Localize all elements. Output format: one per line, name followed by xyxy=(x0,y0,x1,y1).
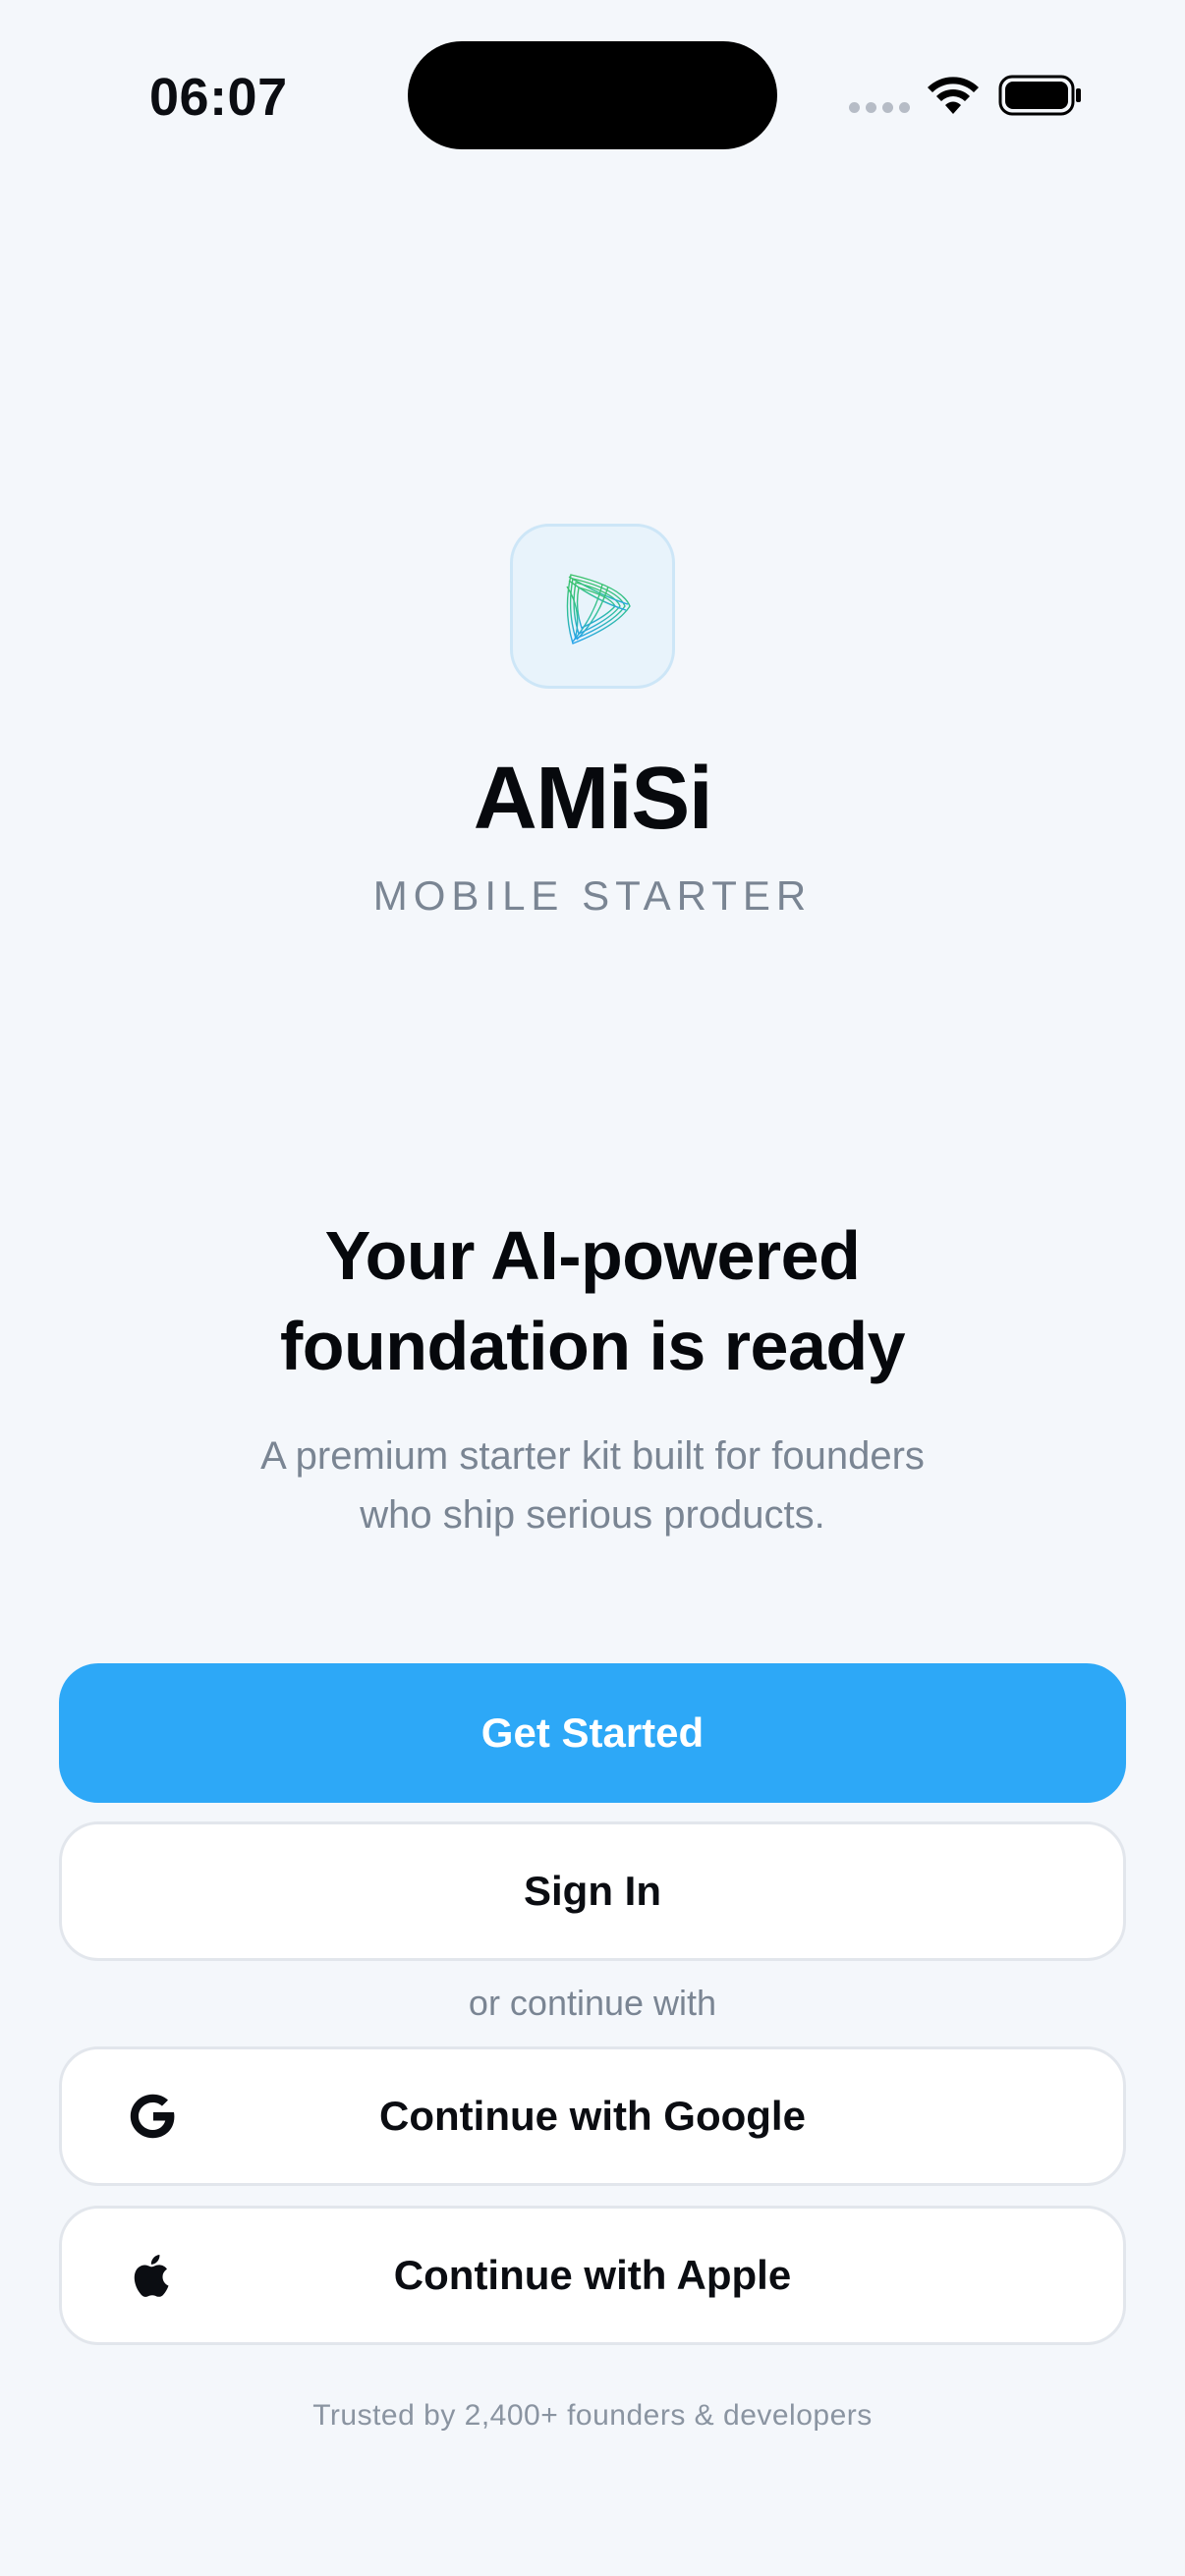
brand-tagline: MOBILE STARTER xyxy=(372,872,813,919)
wifi-icon xyxy=(928,77,979,114)
subheadline-line: who ship serious products. xyxy=(360,1493,825,1537)
battery-icon xyxy=(998,75,1081,116)
continue-with-apple-label: Continue with Apple xyxy=(393,2252,792,2298)
get-started-button[interactable]: Get Started xyxy=(59,1663,1126,1803)
sign-in-button[interactable]: Sign In xyxy=(59,1821,1126,1961)
headline-line: Your AI-powered xyxy=(324,1217,861,1294)
sign-in-label: Sign In xyxy=(524,1868,661,1914)
status-time: 06:07 xyxy=(149,68,288,127)
subheadline-line: A premium starter kit built for founders xyxy=(260,1434,925,1478)
subheadline: A premium starter kit built for founders… xyxy=(147,1427,1038,1544)
google-icon xyxy=(130,2094,175,2139)
continue-with-google-button[interactable]: Continue with Google xyxy=(59,2046,1126,2186)
continue-with-google-label: Continue with Google xyxy=(379,2093,806,2139)
continue-with-apple-button[interactable]: Continue with Apple xyxy=(59,2206,1126,2345)
apple-icon xyxy=(134,2255,169,2297)
brand-name: AMiSi xyxy=(473,750,713,848)
dynamic-island xyxy=(408,41,777,149)
continue-divider: or continue with xyxy=(468,1983,717,2023)
cellular-signal-icon xyxy=(849,102,910,113)
trust-footnote: Trusted by 2,400+ founders & developers xyxy=(312,2399,873,2432)
amisi-logo-icon xyxy=(510,524,675,689)
headline-line: foundation is ready xyxy=(279,1308,906,1384)
headline: Your AI-powered foundation is ready xyxy=(98,1210,1087,1391)
get-started-label: Get Started xyxy=(480,1709,705,1756)
